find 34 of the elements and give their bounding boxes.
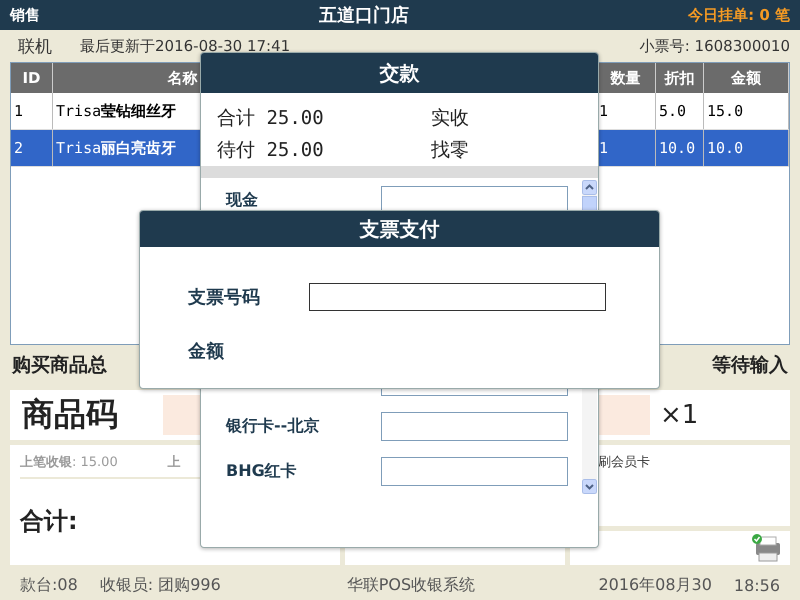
product-code-label: 商品码 (22, 394, 119, 435)
quantity-label: ×1 (660, 400, 698, 430)
dialog-title: 支票支付 (140, 211, 659, 247)
footer-time: 18:56 (734, 576, 780, 594)
counter-number: 款台:08 (20, 574, 78, 596)
footer-date: 2016年08月30 (598, 574, 712, 596)
table-cell: 1 (11, 93, 53, 129)
last-label: 上 (168, 454, 181, 471)
connection-status: 联机 (18, 36, 52, 58)
system-name: 华联POS收银系统 (346, 574, 476, 596)
payment-method-label: 银行卡--北京 (226, 416, 320, 437)
table-cell: 2 (11, 130, 53, 166)
mode-label: 销售 (10, 6, 40, 24)
total-items-label: 购买商品总 (12, 353, 107, 378)
received-label: 实收 (431, 106, 470, 131)
total-label: 合计: (20, 506, 78, 537)
table-cell: 15.0 (704, 93, 789, 129)
field-label: 金额 (188, 340, 225, 363)
dialog-title: 交款 (201, 53, 598, 93)
table-cell: 10.0 (656, 130, 704, 166)
payment-method-label: BHG红卡 (226, 461, 298, 482)
change-label: 找零 (431, 138, 470, 162)
receipt-number: 小票号: 1608300010 (640, 36, 790, 56)
last-update: 最后更新于2016-08-30 17:41 (80, 36, 290, 56)
store-name: 五道口门店 (319, 4, 410, 27)
pending-orders: 今日挂单: 0 笔 (688, 6, 790, 24)
table-cell: 5.0 (656, 93, 704, 129)
last-sale: 上笔收银: 15.00 (20, 454, 118, 471)
table-cell: 10.0 (704, 130, 789, 166)
field-label: 支票号码 (188, 286, 261, 309)
member-card-hint: 刷会员卡 (598, 455, 650, 470)
cashier-name: 收银员: 团购996 (100, 574, 221, 596)
payment-method-label: 现金 (226, 190, 259, 211)
input-status: 等待输入 (712, 353, 788, 378)
